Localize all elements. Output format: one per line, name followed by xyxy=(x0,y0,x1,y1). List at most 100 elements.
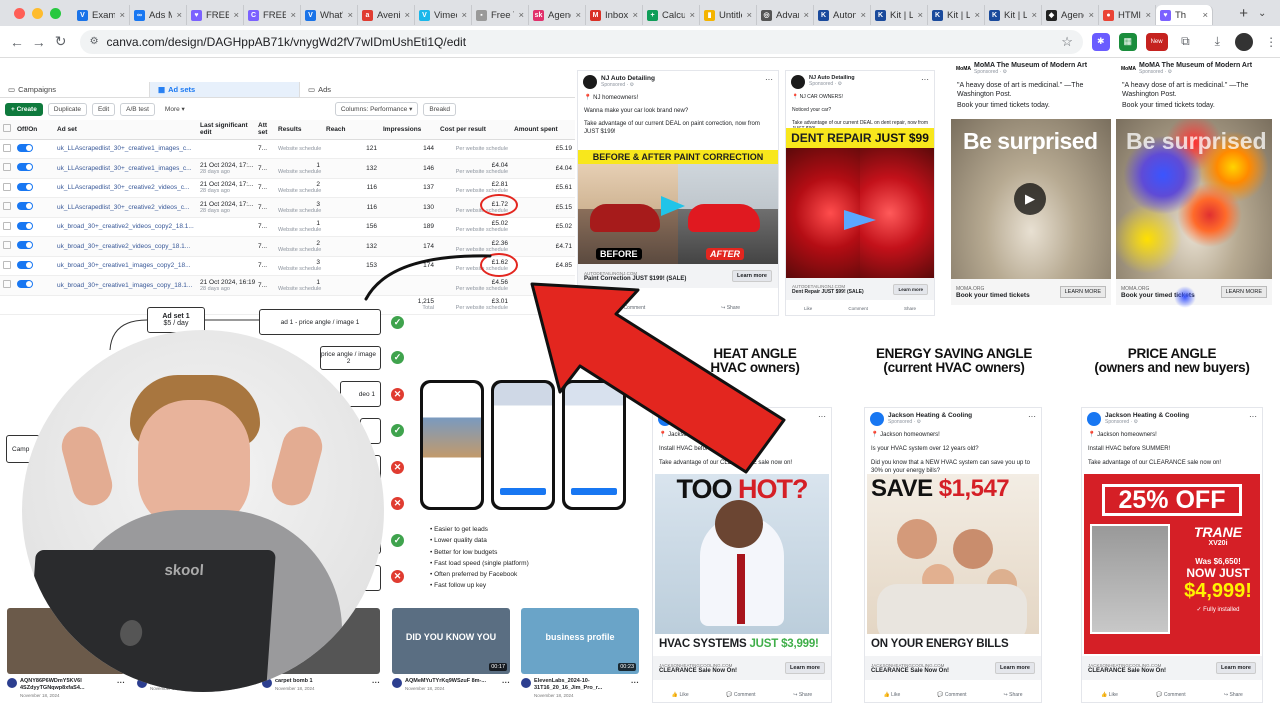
close-window-button[interactable] xyxy=(14,7,25,19)
video-thumbnail[interactable]: business profile 00:23 xyxy=(521,608,639,674)
close-tab-icon[interactable]: × xyxy=(1145,10,1151,21)
more-options-icon[interactable]: ··· xyxy=(921,75,929,84)
extensions-icon[interactable]: ⧉ xyxy=(1177,33,1195,51)
row-checkbox[interactable] xyxy=(3,241,11,250)
share-action[interactable]: Share xyxy=(904,306,916,311)
column-header[interactable]: Att set xyxy=(255,120,275,140)
browser-tab[interactable]: ♥ FREE C× xyxy=(187,5,244,25)
column-header[interactable]: Last significant edit xyxy=(197,120,255,140)
close-tab-icon[interactable]: × xyxy=(404,10,410,21)
ad-card-moma-1[interactable]: MoMA MoMA The Museum of Modern Art Sponsor… xyxy=(951,58,1111,314)
close-tab-icon[interactable]: × xyxy=(1202,10,1208,21)
comment-action[interactable]: 💬 Comment xyxy=(937,692,966,698)
browser-tab[interactable]: K Kit | Li × xyxy=(928,5,985,25)
ad-1-box[interactable]: ad 1 - price angle / image 1 xyxy=(259,309,381,335)
close-tab-icon[interactable]: × xyxy=(119,10,125,21)
ab-test-button[interactable]: A/B test xyxy=(120,102,155,116)
browser-tab[interactable]: + Calcu × xyxy=(643,5,700,25)
reload-icon[interactable]: ↻ xyxy=(50,33,72,50)
on-off-toggle[interactable] xyxy=(17,182,33,191)
close-tab-icon[interactable]: × xyxy=(1031,10,1037,21)
close-tab-icon[interactable]: × xyxy=(1088,10,1094,21)
browser-tab[interactable]: C FREE C× xyxy=(244,5,301,25)
browser-tab[interactable]: K Kit | Li × xyxy=(985,5,1042,25)
browser-tab[interactable]: K Autom × xyxy=(814,5,871,25)
share-action[interactable]: ↪ Share xyxy=(793,692,812,698)
ad-card-moma-heatmap[interactable]: MoMA MoMA The Museum of Modern Art Sponsor… xyxy=(1116,58,1272,314)
like-action[interactable]: 👍 Like xyxy=(1101,692,1118,698)
column-header[interactable]: Cost per result xyxy=(437,120,511,140)
tab-campaigns[interactable]: ▭ Campaigns xyxy=(0,82,150,97)
tab-ads[interactable]: ▭ Ads xyxy=(300,82,450,97)
tab-search-chevron-icon[interactable]: ⌄ xyxy=(1258,8,1272,19)
select-all-checkbox[interactable] xyxy=(3,124,11,133)
column-header[interactable]: Off/On xyxy=(14,120,54,140)
row-checkbox[interactable] xyxy=(3,143,11,152)
ad-2-box[interactable]: price angle / image 2 xyxy=(320,346,381,370)
close-tab-icon[interactable]: × xyxy=(632,10,638,21)
ad-set-name-link[interactable]: uk_broad_30+_creative1_images_copy_18.1.… xyxy=(57,282,192,289)
more-options-icon[interactable]: ··· xyxy=(372,678,380,692)
share-action[interactable]: ↪ Share xyxy=(1224,692,1243,698)
comment-action[interactable]: Comment xyxy=(848,306,868,311)
close-tab-icon[interactable]: × xyxy=(347,10,353,21)
play-icon[interactable]: ▶ xyxy=(1014,183,1046,215)
row-checkbox[interactable] xyxy=(3,163,11,172)
learn-more-button[interactable]: Learn more xyxy=(995,662,1035,674)
ad-card-hvac[interactable]: Jackson Heating & CoolingSponsored · ⚙ ··… xyxy=(1081,407,1263,703)
browser-tab[interactable]: V What' × xyxy=(301,5,358,25)
ad-card-nj-dent[interactable]: NJ Auto Detailing Sponsored · ⚙ ··· 📍 NJ C… xyxy=(785,70,935,316)
close-tab-icon[interactable]: × xyxy=(290,10,296,21)
row-checkbox[interactable] xyxy=(3,221,11,230)
bookmark-star-icon[interactable]: ☆ xyxy=(1061,34,1073,50)
row-checkbox[interactable] xyxy=(3,202,11,211)
column-header[interactable]: Reach xyxy=(323,120,380,140)
like-action[interactable]: 👍 Like xyxy=(672,692,689,698)
ad-set-name-link[interactable]: uk_LLAscrapedlist_30+_creative2_videos_c… xyxy=(57,204,189,211)
row-checkbox[interactable] xyxy=(3,260,11,269)
browser-tab[interactable]: V Examp × xyxy=(73,5,130,25)
ad-set-name-link[interactable]: uk_broad_30+_creative1_images_copy2_18..… xyxy=(57,262,191,269)
learn-more-button[interactable]: LEARN MORE xyxy=(1220,286,1267,298)
browser-tab[interactable]: ◎ Advan × xyxy=(757,5,814,25)
ad-set-name-link[interactable]: uk_LLAscrapedlist_30+_creative1_images_c… xyxy=(57,145,192,152)
on-off-toggle[interactable] xyxy=(17,163,33,172)
close-tab-icon[interactable]: × xyxy=(176,10,182,21)
browser-tab[interactable]: ● HTMl × xyxy=(1099,5,1156,25)
more-options-icon[interactable]: ··· xyxy=(765,75,773,84)
close-tab-icon[interactable]: × xyxy=(860,10,866,21)
browser-tab[interactable]: M Inbox × xyxy=(586,5,643,25)
tab-ad-sets[interactable]: ▦ Ad sets xyxy=(150,82,300,97)
breakdown-dropdown[interactable]: Breakd xyxy=(423,102,456,116)
site-settings-icon[interactable]: ⚙ xyxy=(90,36,99,47)
ad-set-name-link[interactable]: uk_LLAscrapedlist_30+_creative2_videos_c… xyxy=(57,184,189,191)
close-tab-icon[interactable]: × xyxy=(575,10,581,21)
comment-action[interactable]: 💬 Comment xyxy=(726,692,755,698)
video-thumbnail[interactable]: DID YOU KNOW YOU 00:17 xyxy=(392,608,510,674)
close-tab-icon[interactable]: × xyxy=(803,10,809,21)
close-tab-icon[interactable]: × xyxy=(461,10,467,21)
ad-set-name-link[interactable]: uk_LLAscrapedlist_30+_creative1_images_c… xyxy=(57,165,192,172)
column-header[interactable]: Amount spent xyxy=(511,120,575,140)
browser-tab[interactable]: ◆ Agenc × xyxy=(1042,5,1099,25)
close-tab-icon[interactable]: × xyxy=(518,10,524,21)
extension-new-badge[interactable]: New xyxy=(1145,32,1168,51)
more-button[interactable]: More ▾ xyxy=(159,103,190,115)
browser-tab[interactable]: V Vimeo × xyxy=(415,5,472,25)
download-icon[interactable]: ⤓ xyxy=(1208,33,1226,51)
minimize-window-button[interactable] xyxy=(32,7,43,19)
more-options-icon[interactable]: ··· xyxy=(818,412,826,421)
close-tab-icon[interactable]: × xyxy=(746,10,752,21)
browser-tab[interactable]: sk Agenc × xyxy=(529,5,586,25)
learn-more-button[interactable]: Learn more xyxy=(1216,662,1256,674)
on-off-toggle[interactable] xyxy=(17,280,33,289)
share-action[interactable]: ↪ Share xyxy=(1004,692,1023,698)
learn-more-button[interactable]: LEARN MORE xyxy=(1059,286,1106,298)
create-button[interactable]: + Create xyxy=(5,102,43,116)
on-off-toggle[interactable] xyxy=(17,260,33,269)
like-action[interactable]: 👍 Like xyxy=(883,692,900,698)
on-off-toggle[interactable] xyxy=(17,241,33,250)
extension-puzzle-icon[interactable]: ✱ xyxy=(1091,32,1110,51)
close-tab-icon[interactable]: × xyxy=(917,10,923,21)
profile-avatar[interactable] xyxy=(1235,32,1254,51)
